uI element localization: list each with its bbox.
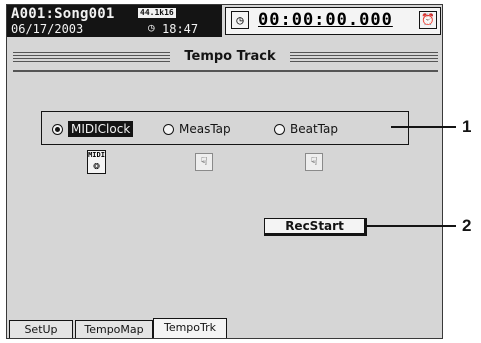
sample-rate-badge: 44.1k16 bbox=[138, 8, 176, 18]
tab-tempotrk[interactable]: TempoTrk bbox=[153, 318, 227, 338]
locate-clock-icon: ◷ bbox=[231, 11, 249, 29]
tab-setup[interactable]: SetUp bbox=[9, 320, 73, 338]
page-title-bar: Tempo Track bbox=[13, 49, 438, 67]
option-meastap-label: MeasTap bbox=[179, 122, 231, 136]
timer-icon[interactable]: ⏰ bbox=[419, 11, 437, 29]
midi-icon-caption: MIDI bbox=[88, 151, 105, 159]
option-midiclock[interactable]: MIDIClock bbox=[52, 120, 134, 138]
recstart-button[interactable]: RecStart bbox=[264, 218, 367, 236]
title-stripe-left bbox=[13, 52, 170, 63]
callout-number-2: 2 bbox=[462, 216, 472, 235]
song-info-panel: A001:Song001 44.1k16 06/17/2003 ◷ 18:47 bbox=[7, 5, 222, 37]
clock-icon: ◷ bbox=[148, 21, 155, 34]
option-beattap-label: BeatTap bbox=[290, 122, 338, 136]
option-meastap[interactable]: MeasTap bbox=[163, 120, 231, 138]
midi-connector-glyph: ❂ bbox=[93, 159, 100, 172]
radio-midiclock[interactable] bbox=[52, 123, 63, 135]
beat-tap-icon: ☟ bbox=[305, 153, 323, 171]
callout-number-1: 1 bbox=[462, 117, 472, 136]
lcd-screen: A001:Song001 44.1k16 06/17/2003 ◷ 18:47 … bbox=[6, 4, 443, 339]
option-midiclock-label: MIDIClock bbox=[68, 121, 134, 137]
page-title: Tempo Track bbox=[184, 49, 276, 64]
midi-icon: MIDI ❂ bbox=[87, 150, 106, 174]
song-date: 06/17/2003 bbox=[11, 22, 84, 36]
option-beattap[interactable]: BeatTap bbox=[274, 120, 338, 138]
locate-time-display: ◷ 00:00:00.000 ⏰ bbox=[225, 7, 441, 35]
locate-time: 00:00:00.000 bbox=[258, 10, 393, 30]
title-divider bbox=[13, 70, 438, 72]
meas-tap-icon: ☟ bbox=[195, 153, 213, 171]
page-tabs: SetUp TempoMap TempoTrk bbox=[7, 318, 442, 338]
callout-line-2 bbox=[366, 225, 456, 227]
radio-beattap[interactable] bbox=[274, 123, 285, 135]
radio-meastap[interactable] bbox=[163, 123, 174, 135]
song-name: A001:Song001 bbox=[11, 6, 115, 22]
tab-tempomap[interactable]: TempoMap bbox=[75, 320, 153, 338]
clock-time: 18:47 bbox=[162, 22, 199, 36]
title-stripe-right bbox=[290, 52, 438, 63]
tempo-source-selector: MIDIClock MeasTap BeatTap bbox=[41, 111, 409, 145]
callout-line-1 bbox=[391, 126, 456, 128]
